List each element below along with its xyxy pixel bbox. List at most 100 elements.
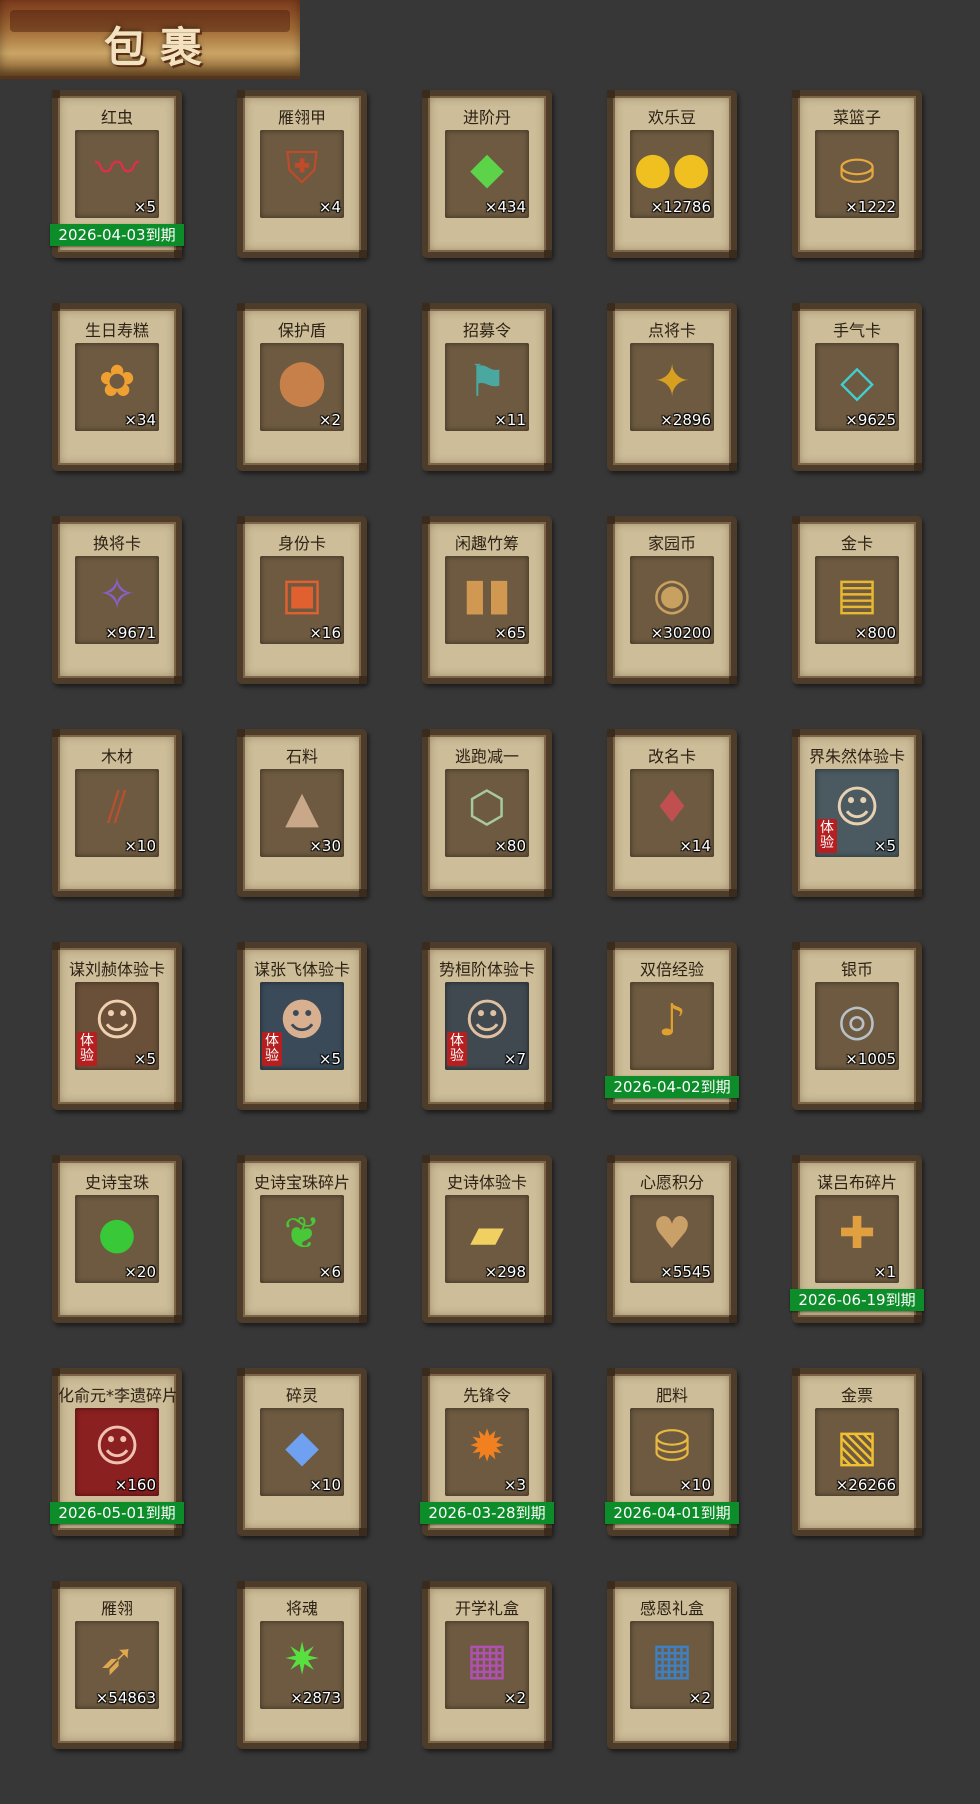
item-icon-frame: ▦ ×2: [630, 1621, 714, 1709]
page-title: 包裹: [104, 23, 217, 72]
item-card[interactable]: 进阶丹 ◆ ×434: [422, 90, 552, 258]
inventory-title-banner: 包裹: [0, 0, 300, 79]
item-card[interactable]: 身份卡 ▣ ×16: [237, 516, 367, 684]
item-count: ×5545: [660, 1263, 711, 1281]
item-name: 身份卡: [277, 534, 326, 553]
item-card[interactable]: 雁翎 ➶ ×54863: [52, 1581, 182, 1749]
item-card[interactable]: 感恩礼盒 ▦ ×2: [607, 1581, 737, 1749]
item-icon-frame: ●● ×12786: [630, 130, 714, 218]
item-name: 肥料: [655, 1386, 688, 1405]
item-icon-frame: ☺ ×160: [75, 1408, 159, 1496]
item-icon-frame: ☻ 体验 ×5: [260, 982, 344, 1070]
feather-icon: ➶: [98, 1634, 136, 1685]
item-name: 闲趣竹筹: [454, 534, 519, 553]
item-card[interactable]: 谋吕布碎片 ✚ ×1 2026-06-19到期: [790, 1155, 924, 1323]
hero-portrait-icon: ☺: [94, 1421, 140, 1472]
item-card[interactable]: 点将卡 ✦ ×2896: [607, 303, 737, 471]
item-card[interactable]: 将魂 ✷ ×2873: [237, 1581, 367, 1749]
item-card[interactable]: 换将卡 ✧ ×9671: [52, 516, 182, 684]
item-count: ×6: [318, 1263, 341, 1281]
fertilizer-bag-icon: ⛁: [653, 1421, 691, 1472]
item-card[interactable]: 红虫〰 ×5 2026-04-03到期: [50, 90, 184, 258]
item-icon-frame: ✚ ×1: [815, 1195, 899, 1283]
item-card[interactable]: 史诗宝珠 ● ×20: [52, 1155, 182, 1323]
item-count: ×434: [484, 198, 526, 216]
item-card[interactable]: 菜篮子 ⛀ ×1222: [792, 90, 922, 258]
item-name: 将魂: [285, 1599, 318, 1618]
jade-tag-icon: ⬡: [467, 782, 507, 833]
item-card[interactable]: 谋张飞体验卡 ☻ 体验 ×5: [237, 942, 367, 1110]
item-card[interactable]: 改名卡 ♦ ×14: [607, 729, 737, 897]
luck-card-icon: ◇: [840, 356, 874, 407]
item-card[interactable]: 银币 ◎ ×1005: [792, 942, 922, 1110]
item-card[interactable]: 界朱然体验卡 ☺ 体验 ×5: [792, 729, 922, 897]
item-count: ×9671: [105, 624, 156, 642]
item-count: ×800: [854, 624, 896, 642]
item-icon-frame: ▤ ×800: [815, 556, 899, 644]
item-count: ×30200: [650, 624, 711, 642]
inventory-grid: 红虫〰 ×5 2026-04-03到期 雁翎甲 ⛨ ×4 进阶丹 ◆ ×434 欢乐豆 ●● ×127…: [50, 90, 932, 1749]
item-icon-frame: ◆ ×10: [260, 1408, 344, 1496]
item-name: 双倍经验: [639, 960, 704, 979]
item-count: ×2: [503, 1689, 526, 1707]
item-card[interactable]: 开学礼盒 ▦ ×2: [422, 1581, 552, 1749]
item-card[interactable]: 肥料 ⛁ ×10 2026-04-01到期: [605, 1368, 739, 1536]
item-name: 界朱然体验卡: [808, 747, 905, 766]
item-card[interactable]: 谋刘赪体验卡 ☺ 体验 ×5: [52, 942, 182, 1110]
item-card[interactable]: 雁翎甲 ⛨ ×4: [237, 90, 367, 258]
trial-badge: 体验: [817, 819, 837, 853]
item-name: 家园币: [647, 534, 696, 553]
item-name: 谋吕布碎片: [816, 1173, 897, 1192]
item-card[interactable]: 闲趣竹筹 ▮▮ ×65: [422, 516, 552, 684]
item-name: 点将卡: [647, 321, 696, 340]
item-name: 石料: [285, 747, 318, 766]
expiry-banner: 2026-04-02到期: [605, 1076, 739, 1098]
item-card[interactable]: 手气卡 ◇ ×9625: [792, 303, 922, 471]
item-card[interactable]: 史诗体验卡 ▰ ×298: [422, 1155, 552, 1323]
item-card[interactable]: 保护盾 ⬤ ×2: [237, 303, 367, 471]
item-card[interactable]: 先锋令 ✹ ×3 2026-03-28到期: [420, 1368, 554, 1536]
item-card[interactable]: 心愿积分 ♥ ×5545: [607, 1155, 737, 1323]
item-icon-frame: ♪: [630, 982, 714, 1070]
item-card[interactable]: 势桓阶体验卡 ☺ 体验 ×7: [422, 942, 552, 1110]
item-card[interactable]: 欢乐豆 ●● ×12786: [607, 90, 737, 258]
item-icon-frame: ▣ ×16: [260, 556, 344, 644]
item-card[interactable]: 金票 ▧ ×26266: [792, 1368, 922, 1536]
item-card[interactable]: 家园币 ◉ ×30200: [607, 516, 737, 684]
gold-card-icon: ▤: [836, 569, 878, 620]
item-icon-frame: ◇ ×9625: [815, 343, 899, 431]
wood-icon: ⫽: [107, 782, 127, 833]
item-icon-frame: ☺ 体验 ×5: [815, 769, 899, 857]
item-card[interactable]: 史诗宝珠碎片 ❦ ×6: [237, 1155, 367, 1323]
item-card[interactable]: 双倍经验 ♪ 2026-04-02到期: [605, 942, 739, 1110]
item-name: 手气卡: [832, 321, 881, 340]
item-name: 生日寿糕: [84, 321, 149, 340]
item-count: ×12786: [650, 198, 711, 216]
item-card[interactable]: 化俞元*李遗碎片 ☺ ×160 2026-05-01到期: [50, 1368, 184, 1536]
item-name: 改名卡: [647, 747, 696, 766]
item-count: ×2: [318, 411, 341, 429]
item-card[interactable]: 生日寿糕 ✿ ×34: [52, 303, 182, 471]
item-name: 保护盾: [277, 321, 326, 340]
trial-badge: 体验: [77, 1032, 97, 1066]
item-card[interactable]: 逃跑减一 ⬡ ×80: [422, 729, 552, 897]
item-name: 欢乐豆: [647, 108, 696, 127]
item-card[interactable]: 石料 ▲ ×30: [237, 729, 367, 897]
item-card[interactable]: 金卡 ▤ ×800: [792, 516, 922, 684]
item-count: ×5: [873, 837, 896, 855]
item-count: ×34: [124, 411, 156, 429]
trial-badge: 体验: [447, 1032, 467, 1066]
item-card[interactable]: 木材 ⫽ ×10: [52, 729, 182, 897]
swap-card-icon: ✧: [98, 569, 136, 620]
item-count: ×10: [124, 837, 156, 855]
item-icon-frame: ⛀ ×1222: [815, 130, 899, 218]
gold-ticket-icon: ▰: [470, 1208, 504, 1259]
item-card[interactable]: 招募令 ⚑ ×11: [422, 303, 552, 471]
item-icon-frame: ▲ ×30: [260, 769, 344, 857]
item-count: ×65: [494, 624, 526, 642]
item-card[interactable]: 碎灵 ◆ ×10: [237, 1368, 367, 1536]
item-count: ×16: [309, 624, 341, 642]
item-icon-frame: ◆ ×434: [445, 130, 529, 218]
stone-icon: ▲: [285, 782, 319, 833]
item-icon-frame: ☺ 体验 ×5: [75, 982, 159, 1070]
